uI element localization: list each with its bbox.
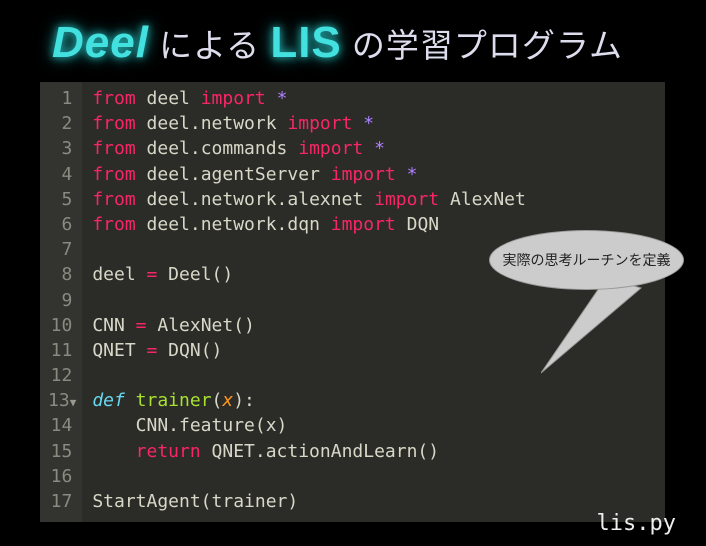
- annotation-balloon: 実際の思考ルーチンを定義: [489, 230, 684, 290]
- code-line: CNN = AlexNet(): [92, 313, 526, 338]
- code-line: from deel.agentServer import *: [92, 162, 526, 187]
- line-num: 10: [48, 313, 72, 338]
- code-line: from deel.commands import *: [92, 136, 526, 161]
- title-deel: Deel: [52, 18, 149, 67]
- code-line: [92, 464, 526, 489]
- code-line: from deel import *: [92, 86, 526, 111]
- code-body: from deel import * from deel.network imp…: [82, 82, 526, 522]
- line-num: 2: [48, 111, 72, 136]
- line-num: 17: [48, 489, 72, 514]
- code-line: [92, 288, 526, 313]
- line-num: 4: [48, 162, 72, 187]
- code-line: [92, 237, 526, 262]
- line-num: 11: [48, 338, 72, 363]
- line-num: 16: [48, 464, 72, 489]
- code-line: QNET = DQN(): [92, 338, 526, 363]
- line-num: 13▼: [48, 388, 72, 413]
- title-mid2: の学習プログラム: [342, 27, 623, 64]
- title-lis: LIS: [270, 18, 341, 67]
- filename-label: lis.py: [597, 511, 676, 536]
- line-num: 15: [48, 439, 72, 464]
- fold-icon[interactable]: ▼: [70, 396, 77, 409]
- line-num: 7: [48, 237, 72, 262]
- title-mid1: による: [149, 27, 270, 64]
- line-num: 5: [48, 187, 72, 212]
- line-num: 1: [48, 86, 72, 111]
- line-num: 8: [48, 262, 72, 287]
- line-num: 9: [48, 288, 72, 313]
- code-line: CNN.feature(x): [92, 413, 526, 438]
- code-line: from deel.network.alexnet import AlexNet: [92, 187, 526, 212]
- code-line: from deel.network import *: [92, 111, 526, 136]
- line-gutter: 1 2 3 4 5 6 7 8 9 10 11 12 13▼ 14 15 16 …: [40, 82, 82, 522]
- line-num: 14: [48, 413, 72, 438]
- slide-title: Deel による LIS の学習プログラム: [0, 0, 706, 68]
- code-line: deel = Deel(): [92, 262, 526, 287]
- balloon-text: 実際の思考ルーチンを定義: [503, 250, 671, 270]
- code-line: return QNET.actionAndLearn(): [92, 439, 526, 464]
- code-line: [92, 363, 526, 388]
- line-num: 3: [48, 136, 72, 161]
- code-line: from deel.network.dqn import DQN: [92, 212, 526, 237]
- line-num: 6: [48, 212, 72, 237]
- code-line: StartAgent(trainer): [92, 489, 526, 514]
- code-line: def trainer(x):: [92, 388, 526, 413]
- line-num: 12: [48, 363, 72, 388]
